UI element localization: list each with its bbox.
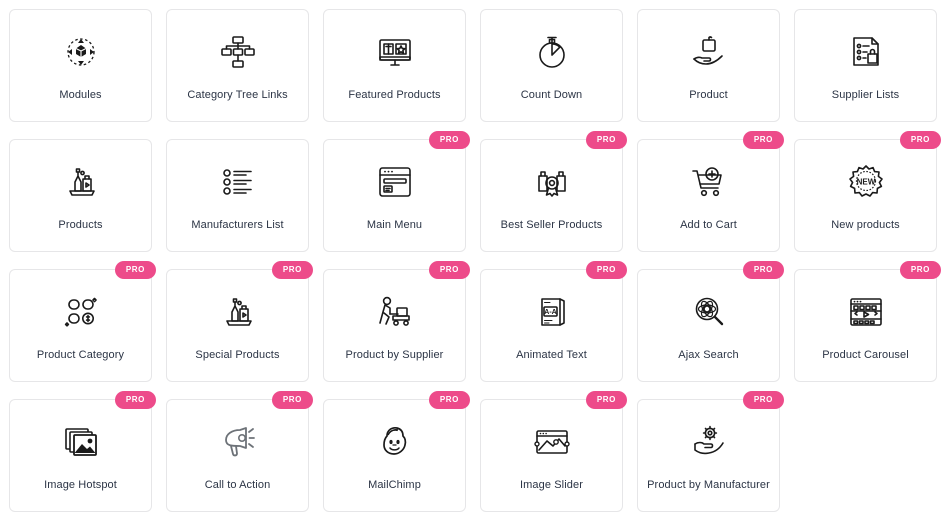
pro-badge: PRO	[585, 131, 627, 149]
module-card[interactable]: PRO NEW New products	[794, 131, 941, 252]
module-card[interactable]: Modules	[9, 9, 152, 122]
pro-badge: PRO	[742, 131, 784, 149]
products-shelf-icon	[58, 159, 104, 205]
animated-text-icon: A-A	[529, 289, 575, 335]
image-hotspot-icon	[58, 419, 104, 465]
module-card-label: Ajax Search	[678, 349, 739, 361]
module-card-label: Product	[689, 89, 728, 101]
module-card-label: Manufacturers List	[191, 219, 284, 231]
module-card-label: Image Slider	[520, 479, 583, 491]
module-card-label: Call to Action	[204, 479, 271, 491]
module-card[interactable]: PRO Image Slider	[480, 391, 627, 512]
module-card[interactable]: Category Tree Links	[166, 9, 309, 122]
module-card-label: Products	[58, 219, 103, 231]
module-card[interactable]: PRO Image Hotspot	[9, 391, 156, 512]
pro-badge: PRO	[428, 261, 470, 279]
carousel-icon	[843, 289, 889, 335]
supplier-worker-icon	[372, 289, 418, 335]
product-category-icon	[58, 289, 104, 335]
module-card-label: Modules	[59, 89, 102, 101]
module-card[interactable]: PRO Product by Supplier	[323, 261, 470, 382]
module-card[interactable]: PRO MailChimp	[323, 391, 470, 512]
image-slider-icon	[529, 419, 575, 465]
module-card[interactable]: Featured Products	[323, 9, 466, 122]
module-card-label: Count Down	[520, 89, 583, 101]
module-card[interactable]: Supplier Lists	[794, 9, 937, 122]
module-card-label: MailChimp	[368, 479, 421, 491]
pro-badge: PRO	[114, 391, 156, 409]
module-card[interactable]: Count Down	[480, 9, 623, 122]
module-card[interactable]: Products	[9, 139, 152, 252]
hand-product-icon	[686, 29, 732, 75]
browser-menu-icon	[372, 159, 418, 205]
new-badge-icon: NEW	[843, 159, 889, 205]
best-seller-icon	[529, 159, 575, 205]
pro-badge: PRO	[114, 261, 156, 279]
megaphone-icon	[215, 419, 261, 465]
module-card[interactable]: PRO Add to Cart	[637, 131, 784, 252]
module-card-label: Supplier Lists	[831, 89, 900, 101]
special-products-icon	[215, 289, 261, 335]
featured-products-icon	[372, 29, 418, 75]
pro-badge: PRO	[585, 391, 627, 409]
module-card-label: Animated Text	[516, 349, 587, 361]
category-tree-icon	[215, 29, 261, 75]
module-card[interactable]: PRO Product Category	[9, 261, 156, 382]
module-card-label: Add to Cart	[680, 219, 737, 231]
module-card[interactable]: Product	[637, 9, 780, 122]
module-card-label: Product Category	[36, 349, 125, 361]
supplier-list-icon	[843, 29, 889, 75]
module-card[interactable]: PRO Call to Action	[166, 391, 313, 512]
modules-icon	[58, 29, 104, 75]
module-card[interactable]: PRO Special Products	[166, 261, 313, 382]
module-card-label: Best Seller Products	[500, 219, 603, 231]
mailchimp-icon	[372, 419, 418, 465]
module-card-label: Special Products	[195, 349, 280, 361]
module-card-label: Product by Manufacturer	[647, 479, 770, 491]
pro-badge: PRO	[899, 131, 941, 149]
pro-badge: PRO	[742, 391, 784, 409]
gear-hand-icon	[686, 419, 732, 465]
module-card-label: Main Menu	[366, 219, 423, 231]
module-card[interactable]: Manufacturers List	[166, 139, 309, 252]
pro-badge: PRO	[271, 391, 313, 409]
pro-badge: PRO	[271, 261, 313, 279]
pro-badge: PRO	[428, 391, 470, 409]
stopwatch-icon	[529, 29, 575, 75]
add-to-cart-icon	[686, 159, 732, 205]
module-card-label: Product Carousel	[822, 349, 909, 361]
pro-badge: PRO	[585, 261, 627, 279]
module-card[interactable]: PRO Ajax Search	[637, 261, 784, 382]
module-card-label: New products	[831, 219, 900, 231]
ajax-search-icon	[686, 289, 732, 335]
bullet-list-icon	[215, 159, 261, 205]
module-card[interactable]: PRO Main Menu	[323, 131, 470, 252]
svg-text:A-A: A-A	[544, 309, 556, 316]
module-card[interactable]: PRO Best Seller Products	[480, 131, 627, 252]
module-card-label: Product by Supplier	[345, 349, 444, 361]
module-card-label: Category Tree Links	[187, 89, 288, 101]
pro-badge: PRO	[899, 261, 941, 279]
module-grid: Modules Category Tree Links Featured Pro…	[0, 0, 946, 521]
module-card[interactable]: PRO Product Carousel	[794, 261, 941, 382]
module-card[interactable]: PRO A-A Animated Text	[480, 261, 627, 382]
pro-badge: PRO	[742, 261, 784, 279]
module-card-label: Image Hotspot	[44, 479, 117, 491]
module-card-label: Featured Products	[348, 89, 441, 101]
module-card[interactable]: PRO Product by Manufacturer	[637, 391, 784, 512]
svg-text:NEW: NEW	[856, 178, 875, 187]
pro-badge: PRO	[428, 131, 470, 149]
